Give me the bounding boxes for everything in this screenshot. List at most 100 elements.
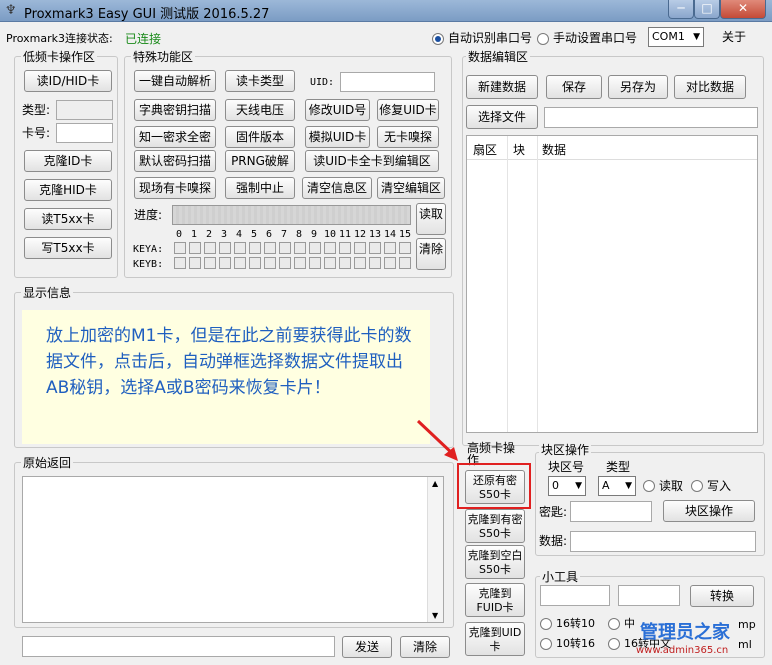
read-id-hid-button[interactable]: 读ID/HID卡 (24, 70, 112, 92)
dec2hex-radio[interactable] (540, 638, 552, 650)
keyb-cell[interactable] (204, 257, 216, 269)
keyb-cell[interactable] (369, 257, 381, 269)
hex2dec-radio[interactable] (540, 618, 552, 630)
keya-cell[interactable] (384, 242, 396, 254)
keya-cell[interactable] (249, 242, 261, 254)
clone-fuid-button[interactable]: 克隆到FUID卡 (465, 583, 525, 617)
clear-editor-button[interactable]: 清空编辑区 (377, 177, 445, 199)
keya-cell[interactable] (309, 242, 321, 254)
keyb-cell[interactable] (354, 257, 366, 269)
emulate-uid-button[interactable]: 模拟UID卡 (305, 126, 370, 148)
block-no-select[interactable]: 0 ▼ (548, 476, 586, 496)
compare-data-button[interactable]: 对比数据 (674, 75, 746, 99)
antenna-voltage-button[interactable]: 天线电压 (225, 99, 295, 121)
key-input[interactable] (570, 501, 652, 522)
block-data-input[interactable] (570, 531, 756, 552)
one-key-all-button[interactable]: 知一密求全密 (134, 126, 216, 148)
save-as-button[interactable]: 另存为 (608, 75, 668, 99)
lf-type-field[interactable] (56, 100, 113, 120)
read-radio[interactable] (643, 480, 655, 492)
keya-cell[interactable] (324, 242, 336, 254)
block-op-button[interactable]: 块区操作 (663, 500, 755, 522)
keya-cell[interactable] (294, 242, 306, 254)
block-type-select[interactable]: A ▼ (598, 476, 636, 496)
save-button[interactable]: 保存 (546, 75, 602, 99)
clone-pw-s50-button[interactable]: 克隆到有密S50卡 (465, 509, 525, 543)
keya-cell[interactable] (189, 242, 201, 254)
clone-uid-button[interactable]: 克隆到UID卡 (465, 622, 525, 656)
keya-cell[interactable] (339, 242, 351, 254)
keya-cell[interactable] (369, 242, 381, 254)
tool-input-2[interactable] (618, 585, 680, 606)
keya-cell[interactable] (279, 242, 291, 254)
keya-cell[interactable] (399, 242, 411, 254)
clone-hid-button[interactable]: 克隆HID卡 (24, 179, 112, 201)
live-card-sniff-button[interactable]: 现场有卡嗅探 (134, 177, 216, 199)
read-t5xx-button[interactable]: 读T5xx卡 (24, 208, 112, 230)
default-pw-scan-button[interactable]: 默认密码扫描 (134, 150, 216, 172)
keyb-cell[interactable] (294, 257, 306, 269)
keyb-cell[interactable] (189, 257, 201, 269)
no-card-sniff-button[interactable]: 无卡嗅探 (377, 126, 439, 148)
uid-input[interactable] (340, 72, 435, 92)
write-radio[interactable] (691, 480, 703, 492)
keya-cell[interactable] (354, 242, 366, 254)
keya-cell[interactable] (234, 242, 246, 254)
minimize-button[interactable]: ─ (668, 0, 694, 19)
close-button[interactable]: ✕ (720, 0, 766, 19)
maximize-button[interactable]: □ (694, 0, 720, 19)
new-data-button[interactable]: 新建数据 (466, 75, 538, 99)
dict-key-scan-button[interactable]: 字典密钥扫描 (134, 99, 216, 121)
modify-uid-button[interactable]: 修改UID号 (305, 99, 370, 121)
select-file-button[interactable]: 选择文件 (466, 105, 538, 129)
keyb-cell[interactable] (339, 257, 351, 269)
keya-cell[interactable] (264, 242, 276, 254)
firmware-version-button[interactable]: 固件版本 (225, 126, 295, 148)
command-input[interactable] (22, 636, 335, 657)
port-select[interactable]: COM1 ▼ (648, 27, 704, 47)
keyb-cell[interactable] (174, 257, 186, 269)
keya-cell[interactable] (174, 242, 186, 254)
send-button[interactable]: 发送 (342, 636, 392, 658)
keyb-cell[interactable] (234, 257, 246, 269)
keyb-cell[interactable] (399, 257, 411, 269)
data-grid[interactable]: 扇区 块 数据 (466, 135, 758, 433)
file-path-input[interactable] (544, 107, 758, 128)
read-card-type-button[interactable]: 读卡类型 (225, 70, 295, 92)
scroll-up-icon[interactable]: ▲ (432, 479, 438, 488)
raw-scrollbar[interactable]: ▲ ▼ (427, 477, 443, 622)
keyb-cell[interactable] (264, 257, 276, 269)
raw-clear-button[interactable]: 清除 (400, 636, 450, 658)
convert-button[interactable]: 转换 (690, 585, 754, 607)
keyb-cell[interactable] (384, 257, 396, 269)
force-abort-button[interactable]: 强制中止 (225, 177, 295, 199)
scroll-down-icon[interactable]: ▼ (432, 611, 438, 620)
auto-parse-button[interactable]: 一键自动解析 (134, 70, 216, 92)
keyb-cell[interactable] (309, 257, 321, 269)
keyb-cell[interactable] (219, 257, 231, 269)
cn-radio[interactable] (608, 618, 620, 630)
keya-cell[interactable] (204, 242, 216, 254)
keyb-cell[interactable] (324, 257, 336, 269)
auto-port-radio[interactable] (432, 33, 444, 45)
clear-sectors-button[interactable]: 清除 (416, 238, 446, 270)
raw-output[interactable]: ▲ ▼ (22, 476, 444, 623)
keya-cell[interactable] (219, 242, 231, 254)
write-t5xx-button[interactable]: 写T5xx卡 (24, 237, 112, 259)
repair-uid-button[interactable]: 修复UID卡 (377, 99, 439, 121)
read-sectors-button[interactable]: 读取 (416, 203, 446, 235)
block-no-value: 0 (552, 479, 559, 492)
lf-card-field[interactable] (56, 123, 113, 143)
manual-port-radio[interactable] (537, 33, 549, 45)
clone-id-button[interactable]: 克隆ID卡 (24, 150, 112, 172)
tool-input-1[interactable] (540, 585, 610, 606)
about-link[interactable]: 关于 (722, 30, 746, 44)
sector-num: 11 (339, 229, 352, 240)
keyb-cell[interactable] (279, 257, 291, 269)
read-uid-to-editor-button[interactable]: 读UID卡全卡到编辑区 (305, 150, 439, 172)
prng-crack-button[interactable]: PRNG破解 (225, 150, 295, 172)
keyb-cell[interactable] (249, 257, 261, 269)
clear-info-button[interactable]: 清空信息区 (302, 177, 372, 199)
hex2cn-radio[interactable] (608, 638, 620, 650)
clone-empty-s50-button[interactable]: 克隆到空白S50卡 (465, 545, 525, 579)
